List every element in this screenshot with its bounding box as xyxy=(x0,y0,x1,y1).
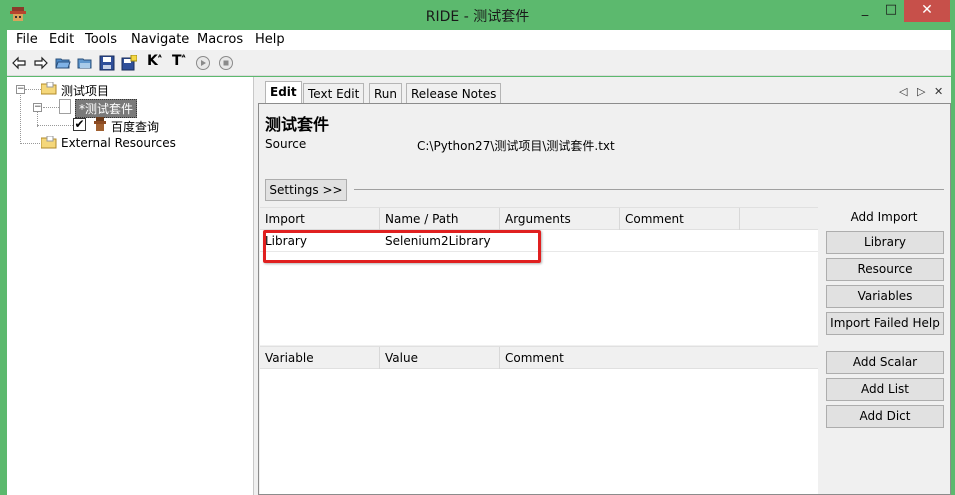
menu-file[interactable]: File xyxy=(16,32,38,47)
tree-item-project[interactable]: 测试项目 xyxy=(61,82,109,99)
back-arrow-icon[interactable] xyxy=(11,55,27,71)
close-button[interactable]: ✕ xyxy=(904,0,950,22)
column-separator xyxy=(379,347,380,369)
variable-grid-header: Variable Value Comment xyxy=(260,347,818,369)
highlight-annotation xyxy=(263,230,541,263)
settings-toggle-button[interactable]: Settings >> xyxy=(265,179,347,201)
forward-arrow-icon[interactable] xyxy=(33,55,49,71)
import-grid[interactable]: Import Name / Path Arguments Comment Lib… xyxy=(260,207,818,345)
column-separator xyxy=(739,208,740,230)
column-header-name-path[interactable]: Name / Path xyxy=(385,212,458,226)
toolbar: Kᴬ Tᴬ xyxy=(7,50,951,76)
variable-grid[interactable]: Variable Value Comment xyxy=(260,346,818,494)
column-separator xyxy=(619,208,620,230)
run-icon[interactable] xyxy=(195,55,211,71)
open-directory-icon[interactable] xyxy=(77,55,93,71)
column-separator xyxy=(499,347,500,369)
menu-help[interactable]: Help xyxy=(255,32,285,47)
tab-run[interactable]: Run xyxy=(369,83,403,103)
tree-item-testcase[interactable]: 百度查询 xyxy=(111,118,159,135)
import-grid-header: Import Name / Path Arguments Comment xyxy=(260,208,818,230)
add-resource-button[interactable]: Resource xyxy=(826,258,944,281)
add-library-button[interactable]: Library xyxy=(826,231,944,254)
suite-title: 测试套件 xyxy=(265,115,330,134)
tree-connector xyxy=(37,125,75,126)
menu-macros[interactable]: Macros xyxy=(197,32,243,47)
window-title: RIDE - 测试套件 xyxy=(425,9,530,25)
add-variables-button[interactable]: Variables xyxy=(826,285,944,308)
tab-close-icon[interactable]: ✕ xyxy=(934,85,943,98)
column-header-comment[interactable]: Comment xyxy=(625,212,684,226)
test-t-label: T xyxy=(172,53,182,69)
source-path: C:\Python27\测试项目\测试套件.txt xyxy=(417,139,615,153)
save-all-icon[interactable] xyxy=(121,55,137,71)
tree-connector xyxy=(20,89,21,144)
minimize-button[interactable]: _ xyxy=(852,0,878,22)
tree-item-external-resources[interactable]: External Resources xyxy=(61,136,176,150)
open-folder-icon[interactable] xyxy=(55,55,71,71)
tab-text-edit[interactable]: Text Edit xyxy=(303,83,365,103)
file-icon xyxy=(59,99,71,114)
tree-item-suite[interactable]: *测试套件 xyxy=(75,99,138,118)
suite-editor: 测试套件 Source C:\Python27\测试项目\测试套件.txt Se… xyxy=(258,103,951,495)
save-icon[interactable] xyxy=(99,55,115,71)
search-test-icon[interactable]: Tᴬ xyxy=(172,53,190,69)
menu-bar: File Edit Tools Navigate Macros Help xyxy=(7,30,951,50)
tab-scroll-left-icon[interactable]: ◁ xyxy=(899,85,907,98)
tab-release-notes[interactable]: Release Notes xyxy=(406,83,502,103)
settings-divider xyxy=(354,189,944,190)
tree-connector xyxy=(20,143,42,144)
tab-edit[interactable]: Edit xyxy=(265,81,302,103)
menu-navigate[interactable]: Navigate xyxy=(131,32,189,47)
project-tree[interactable]: − 测试项目 − *测试套件 ✔ 百度查询 External Resources xyxy=(7,77,254,495)
add-dict-button[interactable]: Add Dict xyxy=(826,405,944,428)
folder-icon xyxy=(41,136,57,149)
search-keyword-icon[interactable]: Kᴬ xyxy=(147,53,165,69)
column-header-comment[interactable]: Comment xyxy=(505,351,564,365)
expand-toggle-suite[interactable]: − xyxy=(33,103,42,112)
testcase-checkbox[interactable]: ✔ xyxy=(73,118,86,131)
import-failed-help-button[interactable]: Import Failed Help xyxy=(826,312,944,335)
title-bar: RIDE - 测试套件 _ □ ✕ xyxy=(0,0,955,30)
column-header-value[interactable]: Value xyxy=(385,351,418,365)
column-separator xyxy=(499,208,500,230)
robot-testcase-icon xyxy=(94,117,106,131)
folder-icon xyxy=(41,82,57,95)
stop-icon[interactable] xyxy=(218,55,234,71)
add-scalar-button[interactable]: Add Scalar xyxy=(826,351,944,374)
maximize-button[interactable]: □ xyxy=(878,0,904,22)
tree-connector xyxy=(25,89,41,90)
keyword-k-label: K xyxy=(147,53,158,69)
column-header-variable[interactable]: Variable xyxy=(265,351,314,365)
menu-edit[interactable]: Edit xyxy=(49,32,74,47)
column-header-arguments[interactable]: Arguments xyxy=(505,212,571,226)
menu-tools[interactable]: Tools xyxy=(85,32,117,47)
editor-tabs: Edit Text Edit Run Release Notes ◁ ▷ ✕ xyxy=(259,81,951,103)
tree-connector xyxy=(43,107,59,108)
column-header-import[interactable]: Import xyxy=(265,212,305,226)
main-area: − 测试项目 − *测试套件 ✔ 百度查询 External Resources… xyxy=(7,77,951,495)
expand-toggle-project[interactable]: − xyxy=(16,85,25,94)
add-list-button[interactable]: Add List xyxy=(826,378,944,401)
source-label: Source xyxy=(265,137,307,151)
column-separator xyxy=(379,208,380,230)
tab-scroll-right-icon[interactable]: ▷ xyxy=(917,85,925,98)
add-import-heading: Add Import xyxy=(850,210,918,224)
